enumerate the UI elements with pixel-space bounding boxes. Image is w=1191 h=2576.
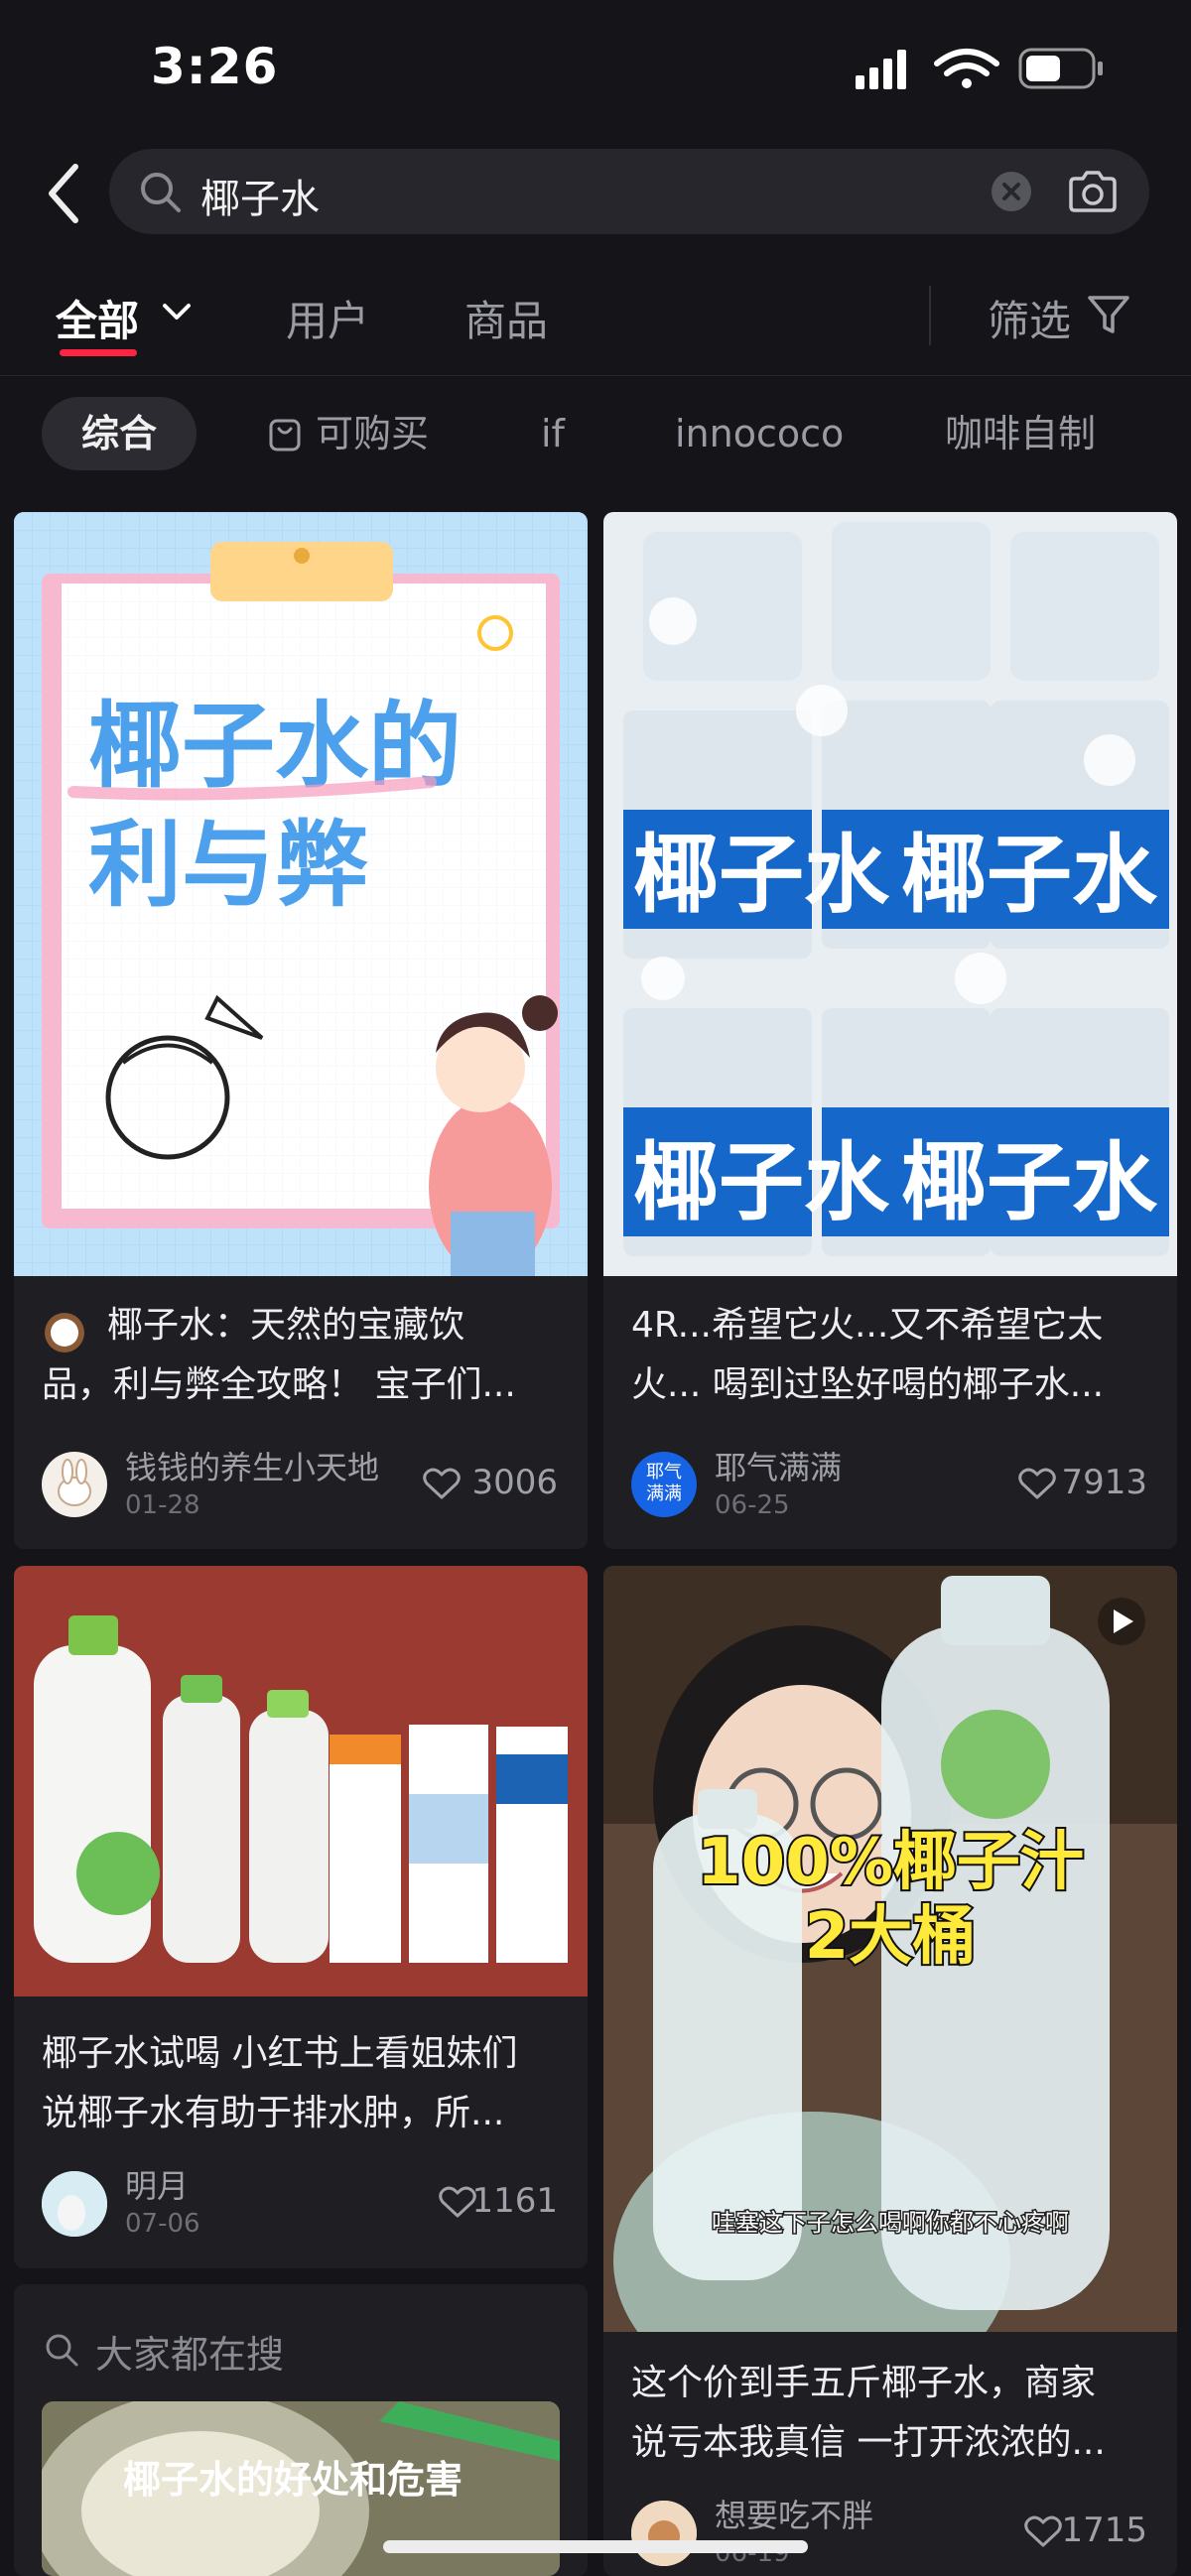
avatar-photo <box>42 2171 107 2237</box>
author-name[interactable]: 想要吃不胖 <box>715 2491 873 2536</box>
divider <box>0 375 1191 376</box>
wifi-icon <box>934 49 999 88</box>
note-title[interactable]: 这个价到手五斤椰子水，商家 说亏本我真信 一打开浓浓的... <box>631 2354 1157 2473</box>
search-query-text[interactable]: 椰子水 <box>200 167 320 224</box>
filter-button[interactable]: 筛选 <box>988 288 1071 348</box>
avatar[interactable] <box>42 1452 107 1517</box>
author-name[interactable]: 钱钱的养生小天地 <box>125 1443 379 1488</box>
cover-text: 椰子水 <box>633 1133 890 1232</box>
avatar[interactable]: 耶气 满满 <box>631 1452 697 1517</box>
like-count: 1161 <box>471 2181 558 2221</box>
battery-icon <box>1018 48 1103 89</box>
note-card[interactable]: 椰子水的 利与弊 椰子水：天然的宝藏饮 品，利与弊全攻略！ 宝子们... 钱钱的… <box>14 512 588 1549</box>
chevron-down-icon[interactable] <box>159 298 195 327</box>
chip-coffee-diy[interactable]: 咖啡自制 <box>905 397 1135 470</box>
trending-searches-card: 大家都在搜 椰子水的好处和危害 <box>14 2284 588 2576</box>
cover-text: 椰子水 <box>901 826 1158 925</box>
back-button[interactable] <box>40 159 89 228</box>
note-title[interactable]: 椰子水试喝 小红书上看姐妹们 说椰子水有助于排水肿，所... <box>42 2024 568 2143</box>
filter-icon[interactable] <box>1086 292 1131 337</box>
post-date: 06-25 <box>715 1490 790 1520</box>
note-title-line: 椰子水试喝 小红书上看姐妹们 <box>42 2033 518 2074</box>
cover-caption: 2大桶 <box>805 1900 977 1974</box>
like-count: 1715 <box>1061 2511 1147 2550</box>
cover-text: 椰子水 <box>633 826 890 925</box>
status-icons <box>856 48 1103 89</box>
divider <box>929 286 931 345</box>
like-count: 3006 <box>471 1463 558 1502</box>
note-title-line: 火... 喝到过坠好喝的椰子水... <box>631 1364 1105 1405</box>
tab-users[interactable]: 用户 <box>286 288 369 348</box>
note-title-line: 4R...希望它火...又不希望它太 <box>631 1305 1104 1346</box>
trending-header: 大家都在搜 <box>95 2333 285 2377</box>
note-cover-image: 椰子水的 利与弊 <box>14 512 588 1276</box>
chip-if[interactable]: if <box>501 397 604 470</box>
post-date: 01-28 <box>125 1490 200 1520</box>
heart-icon[interactable] <box>1018 1467 1056 1500</box>
like-count: 7913 <box>1061 1463 1147 1502</box>
note-card[interactable]: 椰子水试喝 小红书上看姐妹们 说椰子水有助于排水肿，所... 明月 07-06 … <box>14 1566 588 2268</box>
note-title[interactable]: 椰子水：天然的宝藏饮 品，利与弊全攻略！ 宝子们... <box>42 1296 568 1415</box>
rabbit-avatar-icon <box>58 1459 91 1506</box>
note-card[interactable]: 椰子水 椰子水 椰子水 椰子水 4R...希望它火...又不希望它太 火... … <box>603 512 1177 1549</box>
search-icon <box>141 173 181 212</box>
status-time: 3:26 <box>151 38 279 95</box>
active-tab-indicator <box>60 349 137 356</box>
avatar-photo <box>631 2501 697 2566</box>
cover-caption: 100%椰子汁 <box>697 1826 1084 1899</box>
home-indicator[interactable] <box>383 2540 808 2553</box>
clear-icon[interactable] <box>991 171 1032 212</box>
note-cover-image: 100%椰子汁 2大桶 哇塞这下子怎么喝啊你都不心疼啊 <box>603 1566 1177 2332</box>
note-title-line: 说椰子水有助于排水肿，所... <box>42 2093 505 2133</box>
note-card[interactable]: 100%椰子汁 2大桶 哇塞这下子怎么喝啊你都不心疼啊 这个价到手五斤椰子水，商… <box>603 1566 1177 2576</box>
cover-title-line2: 利与弊 <box>88 812 368 920</box>
tab-all[interactable]: 全部 <box>56 288 139 348</box>
note-cover-image <box>14 1566 588 1996</box>
heart-icon[interactable] <box>439 2185 476 2219</box>
heart-icon[interactable] <box>423 1467 461 1500</box>
chip-comprehensive[interactable]: 综合 <box>42 397 198 470</box>
trending-item-label: 椰子水的好处和危害 <box>123 2458 463 2502</box>
author-name[interactable]: 耶气满满 <box>715 1443 842 1488</box>
camera-icon[interactable] <box>1067 169 1119 214</box>
note-title-line: 椰子水：天然的宝藏饮 <box>107 1305 465 1346</box>
tab-goods[interactable]: 商品 <box>464 288 548 348</box>
author-name[interactable]: 明月 <box>125 2161 189 2207</box>
search-icon <box>46 2334 78 2367</box>
note-title-line: 品，利与弊全攻略！ 宝子们... <box>42 1364 516 1405</box>
note-cover-image: 椰子水 椰子水 椰子水 椰子水 <box>603 512 1177 1276</box>
chip-purchasable[interactable]: 可购买 <box>228 397 468 470</box>
signal-icon <box>856 50 906 89</box>
note-title[interactable]: 4R...希望它火...又不希望它太 火... 喝到过坠好喝的椰子水... <box>631 1296 1157 1415</box>
cover-subtitle: 哇塞这下子怎么喝啊你都不心疼啊 <box>712 2209 1069 2237</box>
search-input[interactable]: 椰子水 <box>109 149 1149 234</box>
chip-innococo[interactable]: innococo <box>635 397 883 470</box>
chip-label: 可购买 <box>316 412 430 455</box>
avatar[interactable] <box>42 2171 107 2237</box>
note-title-line: 这个价到手五斤椰子水，商家 <box>631 2363 1097 2403</box>
cover-text: 椰子水 <box>901 1133 1158 1232</box>
note-title-line: 说亏本我真信 一打开浓浓的... <box>631 2422 1106 2463</box>
avatar[interactable] <box>631 2501 697 2566</box>
post-date: 07-06 <box>125 2209 200 2239</box>
heart-icon[interactable] <box>1024 2514 1062 2548</box>
